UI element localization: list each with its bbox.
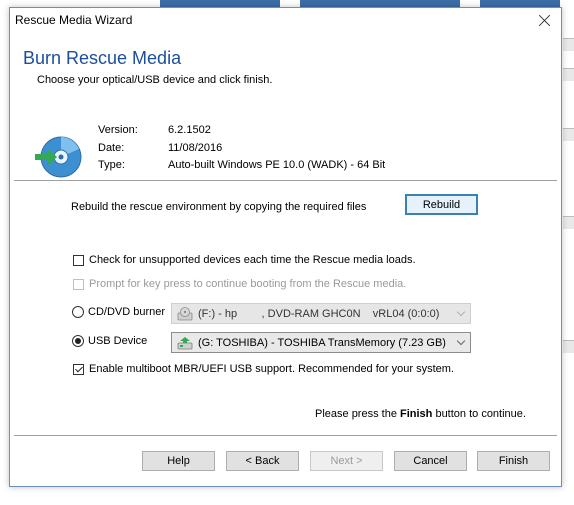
- finish-instruction-bold: Finish: [400, 408, 433, 420]
- background-block: [563, 216, 574, 229]
- prompt-key-label: Prompt for key press to continue booting…: [89, 278, 407, 290]
- multiboot-label[interactable]: Enable multiboot MBR/UEFI USB support. R…: [89, 363, 454, 375]
- page-subtitle: Choose your optical/USB device and click…: [37, 74, 273, 86]
- type-value: Auto-built Windows PE 10.0 (WADK) - 64 B…: [168, 159, 386, 171]
- date-value: 11/08/2016: [168, 142, 223, 154]
- prompt-key-checkbox: [73, 279, 84, 290]
- chevron-down-icon: [456, 307, 466, 317]
- background-block: [563, 68, 574, 81]
- background-block: [563, 38, 574, 51]
- next-button: Next >: [310, 451, 383, 471]
- background-block: [563, 340, 574, 353]
- rebuild-description: Rebuild the rescue environment by copyin…: [71, 201, 367, 213]
- footer-divider: [14, 435, 557, 436]
- type-label: Type:: [98, 159, 125, 171]
- usb-device-select-value: (G: TOSHIBA) - TOSHIBA TransMemory (7.23…: [198, 336, 446, 349]
- finish-instruction: Please press the Finish button to contin…: [315, 408, 526, 420]
- close-icon[interactable]: [535, 11, 555, 31]
- finish-instruction-suffix: button to continue.: [432, 408, 526, 420]
- chevron-down-icon[interactable]: [456, 336, 466, 346]
- version-value: 6.2.1502: [168, 124, 211, 136]
- cd-dvd-radio[interactable]: [72, 306, 84, 318]
- background-right-panel: [563, 0, 574, 505]
- rebuild-button[interactable]: Rebuild: [405, 194, 478, 215]
- title-bar[interactable]: Rescue Media Wizard: [10, 8, 561, 34]
- window-title: Rescue Media Wizard: [15, 13, 133, 27]
- cd-dvd-select-value: (F:) - hp , DVD-RAM GHC0N vRL04 (0:0:0): [198, 307, 440, 320]
- back-button[interactable]: < Back: [226, 451, 299, 471]
- usb-drive-icon: [177, 336, 193, 349]
- optical-drive-icon: [177, 306, 193, 320]
- usb-device-label[interactable]: USB Device: [88, 335, 147, 347]
- finish-button[interactable]: Finish: [477, 451, 550, 471]
- multiboot-checkbox[interactable]: [73, 364, 84, 375]
- background-block: [563, 128, 574, 141]
- disc-with-arrow-icon: [35, 136, 82, 178]
- cd-dvd-select: (F:) - hp , DVD-RAM GHC0N vRL04 (0:0:0): [171, 303, 471, 324]
- page-title: Burn Rescue Media: [23, 48, 182, 68]
- rescue-media-wizard-window: Rescue Media Wizard Burn Rescue Media Ch…: [9, 7, 562, 487]
- cd-dvd-label[interactable]: CD/DVD burner: [88, 306, 165, 318]
- usb-device-radio[interactable]: [72, 335, 84, 347]
- finish-instruction-prefix: Please press the: [315, 408, 400, 420]
- check-unsupported-label[interactable]: Check for unsupported devices each time …: [89, 254, 416, 266]
- help-button[interactable]: Help: [142, 451, 215, 471]
- usb-device-select[interactable]: (G: TOSHIBA) - TOSHIBA TransMemory (7.23…: [171, 332, 471, 353]
- divider: [14, 180, 557, 181]
- version-label: Version:: [98, 124, 138, 136]
- check-unsupported-checkbox[interactable]: [73, 255, 84, 266]
- date-label: Date:: [98, 142, 125, 154]
- cancel-button[interactable]: Cancel: [394, 451, 467, 471]
